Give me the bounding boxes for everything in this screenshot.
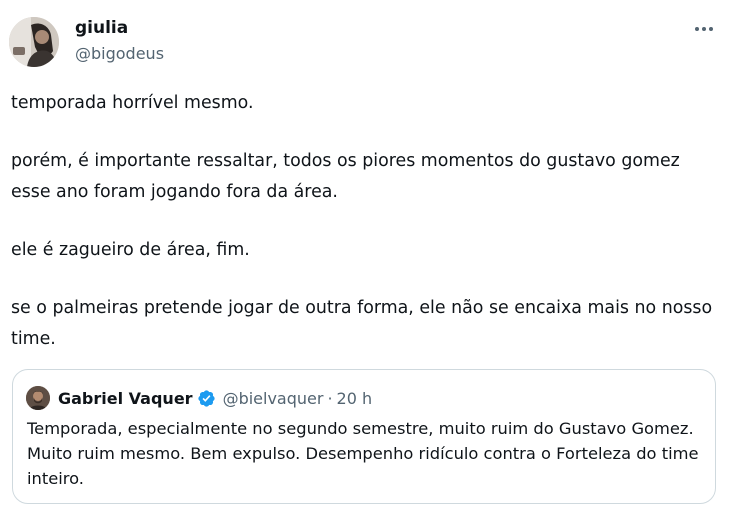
verified-badge-icon: [197, 389, 216, 408]
author-avatar[interactable]: [9, 17, 59, 67]
quoted-tweet-header: Gabriel Vaquer @bielvaquer · 20 h: [26, 385, 372, 411]
quoted-tweet[interactable]: Gabriel Vaquer @bielvaquer · 20 h Tempor…: [12, 369, 716, 504]
author-info: giulia @bigodeus: [75, 16, 164, 65]
dot: [702, 27, 706, 31]
tweet: giulia @bigodeus temporada horrível mesm…: [0, 0, 729, 509]
separator-dot: ·: [327, 388, 333, 408]
author-display-name[interactable]: giulia: [75, 16, 164, 40]
more-horizontal-icon[interactable]: [693, 22, 715, 36]
quoted-author-name: Gabriel Vaquer: [58, 388, 193, 408]
tweet-paragraph: porém, é importante ressaltar, todos os …: [11, 151, 680, 202]
verified-badge-svg: [197, 389, 215, 407]
tweet-paragraph: ele é zagueiro de área, fim.: [11, 240, 250, 260]
quoted-tweet-time[interactable]: 20 h: [337, 389, 373, 408]
quoted-author-handle: @bielvaquer: [222, 388, 324, 408]
dot: [695, 27, 699, 31]
quoted-author-avatar: [26, 386, 50, 410]
tweet-paragraph: temporada horrível mesmo.: [11, 93, 254, 113]
tweet-text: temporada horrível mesmo. porém, é impor…: [11, 88, 723, 355]
dot: [709, 27, 713, 31]
quoted-avatar-photo: [26, 386, 50, 410]
avatar-photo: [9, 17, 59, 67]
author-handle[interactable]: @bigodeus: [75, 43, 164, 65]
tweet-paragraph: se o palmeiras pretende jogar de outra f…: [11, 298, 713, 349]
quoted-tweet-text: Temporada, especialmente no segundo seme…: [27, 419, 699, 488]
